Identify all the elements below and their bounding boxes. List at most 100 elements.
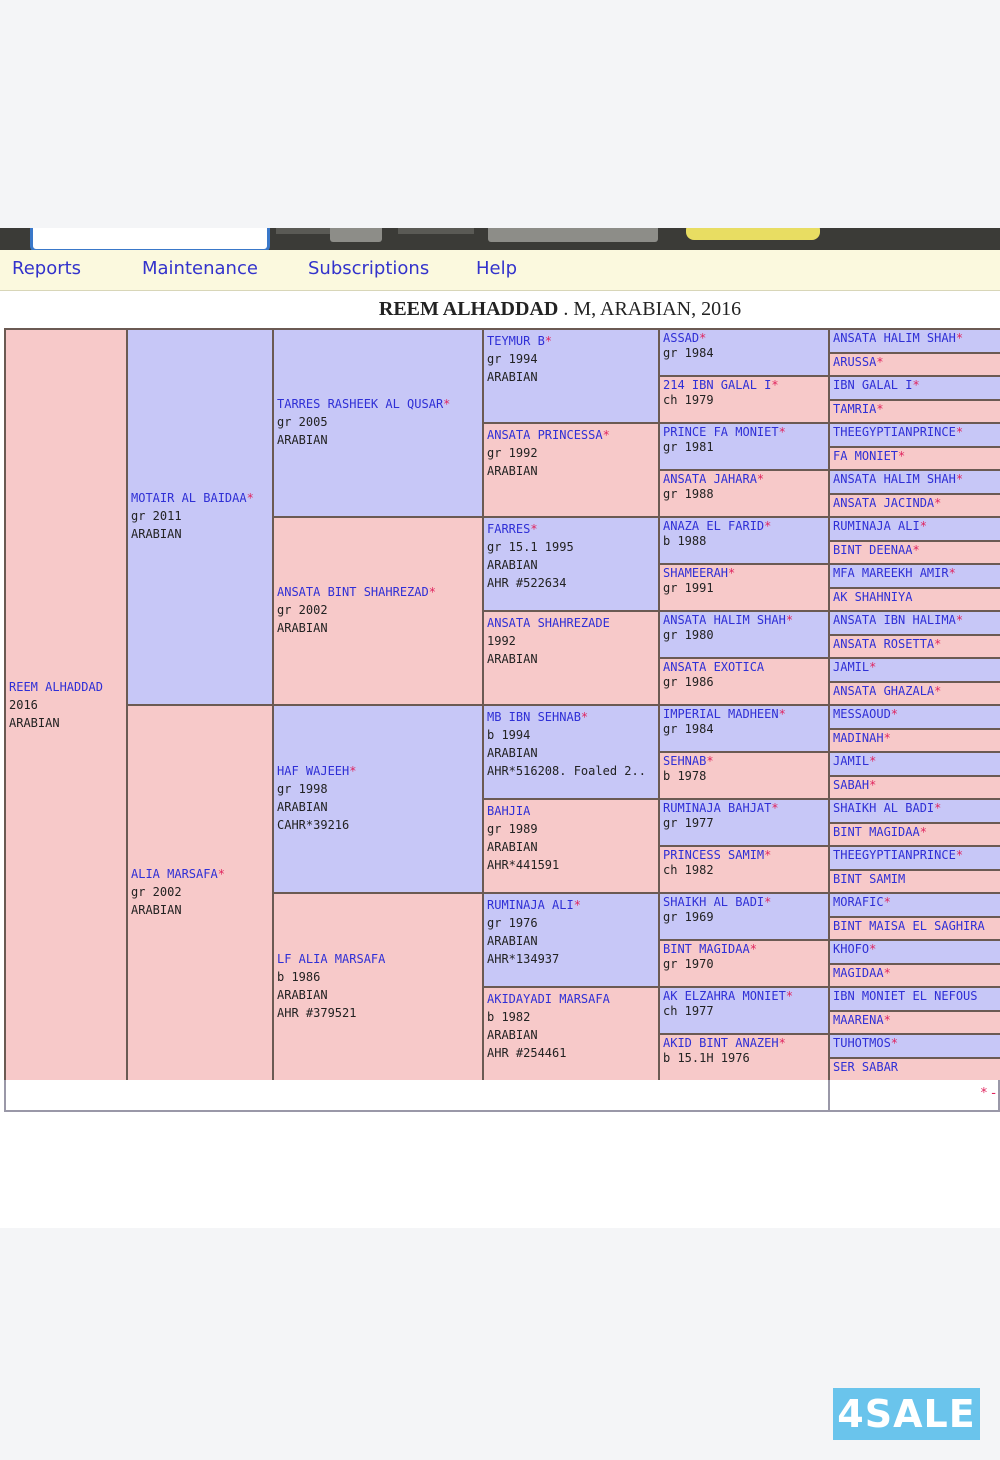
horse-name-link[interactable]: TEYMUR B* — [487, 332, 655, 350]
horse-name-link[interactable]: SHAIKH AL BADI* — [663, 895, 825, 910]
horse-name-link[interactable]: MAARENA* — [833, 1012, 1000, 1028]
horse-name: ASSAD — [663, 331, 700, 345]
horse-name-link[interactable]: KHOFO* — [833, 941, 1000, 957]
horse-name-link[interactable]: MOTAIR AL BAIDAA* — [131, 489, 269, 507]
record-marker: * — [883, 966, 891, 980]
pedigree-cell: MESSAOUD* — [828, 704, 1000, 730]
horse-name-link[interactable]: FARRES* — [487, 520, 655, 538]
horse-name-link[interactable]: ANSATA IBN HALIMA* — [833, 612, 1000, 628]
horse-query-button[interactable] — [686, 228, 820, 240]
horse-name-link[interactable]: PRINCE FA MONIET* — [663, 425, 825, 440]
horse-name-link[interactable]: ANSATA JAHARA* — [663, 472, 825, 487]
horse-name-link[interactable]: SHAMEERAH* — [663, 566, 825, 581]
record-marker: * — [580, 710, 589, 724]
horse-detail: ARABIAN — [487, 934, 538, 948]
horse-detail: gr 1986 — [663, 675, 714, 689]
horse-name: MAARENA — [833, 1013, 884, 1027]
horse-name-link[interactable]: ARUSSA* — [833, 354, 1000, 370]
horse-detail: ch 1979 — [663, 393, 714, 407]
horse-detail: b 15.1H 1976 — [663, 1051, 750, 1065]
pedigree-cell: AKIDAYADI MARSAFA b 1982 ARABIAN AHR #25446… — [482, 986, 660, 1082]
horse-name-link[interactable]: BINT MAGIDAA* — [833, 824, 1000, 840]
horse-name-link[interactable]: MAGIDAA* — [833, 965, 1000, 981]
horse-search-input[interactable] — [30, 228, 270, 252]
horse-name-link[interactable]: BINT SAMIM — [833, 871, 1000, 887]
horse-name-link[interactable]: ASSAD* — [663, 331, 825, 346]
horse-name-link[interactable]: IBN MONIET EL NEFOUS — [833, 988, 1000, 1004]
horse-name-link[interactable]: ANSATA JACINDA* — [833, 495, 1000, 511]
horse-name-link[interactable]: ANSATA HALIM SHAH* — [833, 471, 1000, 487]
horse-name-link[interactable]: 214 IBN GALAL I* — [663, 378, 825, 393]
menu-subscriptions[interactable]: Subscriptions — [308, 258, 429, 279]
horse-name-link[interactable]: TUHOTMOS* — [833, 1035, 1000, 1051]
horse-name-link[interactable]: JAMIL* — [833, 659, 1000, 675]
horse-name-link[interactable]: ANAZA EL FARID* — [663, 519, 825, 534]
horse-name-link[interactable]: RUMINAJA ALI* — [487, 896, 655, 914]
horse-name-link[interactable]: TARRES RASHEEK AL QUSAR* — [277, 395, 479, 413]
horse-detail: ARABIAN — [131, 527, 182, 541]
horse-name-link[interactable]: SEHNAB* — [663, 754, 825, 769]
horse-name-link[interactable]: ANSATA ROSETTA* — [833, 636, 1000, 652]
horse-name-link[interactable]: TAMRIA* — [833, 401, 1000, 417]
horse-detail: gr 2002 — [131, 885, 182, 899]
horse-name-link[interactable]: PRINCESS SAMIM* — [663, 848, 825, 863]
pedigree-cell: IBN GALAL I* — [828, 375, 1000, 401]
horse-name-link[interactable]: AK SHAHNIYA — [833, 589, 1000, 605]
menu-maintenance[interactable]: Maintenance — [142, 258, 258, 279]
horse-name-link[interactable]: ANSATA PRINCESSA* — [487, 426, 655, 444]
horse-detail: ARABIAN — [277, 800, 328, 814]
horse-detail: gr 2005 — [277, 415, 328, 429]
record-marker: * — [948, 566, 956, 580]
record-marker: * — [443, 397, 451, 411]
horse-name-link[interactable]: THEEGYPTIANPRINCE* — [833, 424, 1000, 440]
horse-name: 214 IBN GALAL I — [663, 378, 772, 392]
horse-name: ANSATA IBN HALIMA — [833, 613, 956, 627]
horse-name-link[interactable]: REEM ALHADDAD — [9, 678, 123, 696]
horse-name-link[interactable]: SHAIKH AL BADI* — [833, 800, 1000, 816]
horse-name-link[interactable]: MADINAH* — [833, 730, 1000, 746]
horse-name: ANSATA SHAHREZADE — [487, 616, 610, 630]
horse-name: BINT MAGIDAA — [663, 942, 750, 956]
horse-name-link[interactable]: MESSAOUD* — [833, 706, 1000, 722]
horse-name-link[interactable]: THEEGYPTIANPRINCE* — [833, 847, 1000, 863]
pedigree-cell: AKID BINT ANAZEH* b 15.1H 1976 — [658, 1033, 830, 1082]
horse-name-link[interactable]: MORAFIC* — [833, 894, 1000, 910]
horse-name-link[interactable]: SER SABAR — [833, 1059, 1000, 1075]
horse-name-link[interactable]: MB IBN SEHNAB* — [487, 708, 655, 726]
horse-detail: CAHR*39216 — [277, 818, 350, 832]
horse-name-link[interactable]: AKID BINT ANAZEH* — [663, 1036, 825, 1051]
horse-name-link[interactable]: BINT MAISA EL SAGHIRA — [833, 918, 1000, 934]
menu-reports[interactable]: Reports — [12, 258, 81, 279]
horse-name-link[interactable]: IMPERIAL MADHEEN* — [663, 707, 825, 722]
horse-name-link[interactable]: RUMINAJA BAHJAT* — [663, 801, 825, 816]
horse-name-link[interactable]: BAHJIA — [487, 802, 655, 820]
horse-name-link[interactable]: ANSATA EXOTICA — [663, 660, 825, 675]
pedigree-cell: MFA MAREEKH AMIR* — [828, 563, 1000, 589]
horse-name-link[interactable]: AKIDAYADI MARSAFA — [487, 990, 655, 1008]
horse-name-link[interactable]: LF ALIA MARSAFA — [277, 950, 479, 968]
horse-name-link[interactable]: AK ELZAHRA MONIET* — [663, 989, 825, 1004]
horse-name-link[interactable]: ANSATA HALIM SHAH* — [663, 613, 825, 628]
horse-name-link[interactable]: ANSATA GHAZALA* — [833, 683, 1000, 699]
horse-name-link[interactable]: FA MONIET* — [833, 448, 1000, 464]
horse-name-link[interactable]: ANSATA SHAHREZADE — [487, 614, 655, 632]
horse-name-link[interactable]: ANSATA HALIM SHAH* — [833, 330, 1000, 346]
horse-name-link[interactable]: SABAH* — [833, 777, 1000, 793]
menu-help[interactable]: Help — [476, 258, 517, 279]
record-marker: * — [912, 543, 920, 557]
horse-name-link[interactable]: RUMINAJA ALI* — [833, 518, 1000, 534]
gens-select[interactable] — [330, 228, 382, 242]
horse-name-link[interactable]: MFA MAREEKH AMIR* — [833, 565, 1000, 581]
horse-detail: gr 1988 — [663, 487, 714, 501]
horse-name-link[interactable]: ALIA MARSAFA* — [131, 865, 269, 883]
horse-name-link[interactable]: JAMIL* — [833, 753, 1000, 769]
horse-name-link[interactable]: HAF WAJEEH* — [277, 762, 479, 780]
highlight-select[interactable] — [488, 228, 658, 242]
horse-name-link[interactable]: ANSATA BINT SHAHREZAD* — [277, 583, 479, 601]
horse-name-link[interactable]: BINT DEENAA* — [833, 542, 1000, 558]
pedigree-cell: MB IBN SEHNAB* b 1994 ARABIAN AHR*516208. F… — [482, 704, 660, 800]
horse-name: MADINAH — [833, 731, 884, 745]
horse-name-link[interactable]: IBN GALAL I* — [833, 377, 1000, 393]
pedigree-cell: ASSAD* gr 1984 — [658, 328, 830, 377]
horse-name-link[interactable]: BINT MAGIDAA* — [663, 942, 825, 957]
